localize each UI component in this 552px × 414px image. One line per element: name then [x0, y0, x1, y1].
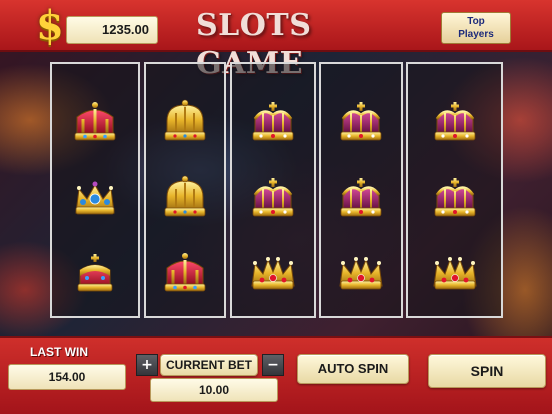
reel-1 [50, 62, 140, 318]
crown-purple-icon [249, 99, 297, 145]
crown-gold-spiked-icon [431, 250, 479, 296]
reel-3 [230, 62, 316, 318]
crown-gold-dome-icon [161, 175, 209, 221]
auto-spin-button[interactable]: AUTO SPIN [297, 354, 409, 384]
last-win-label: LAST WIN [30, 345, 88, 359]
reel-4 [319, 62, 403, 318]
top-bar: $ 1235.00 SLOTS GAME Top Players [0, 0, 552, 81]
crown-purple-icon [337, 99, 385, 145]
decrease-bet-button[interactable]: − [262, 354, 284, 376]
last-win-value: 154.00 [8, 364, 126, 390]
bottom-bar: LAST WIN 154.00 + CURRENT BET − 10.00 AU… [0, 336, 552, 414]
crown-purple-icon [431, 175, 479, 221]
crown-gold-dome-icon [161, 99, 209, 145]
reel-2 [144, 62, 226, 318]
crown-gold-spiked-icon [337, 250, 385, 296]
crown-red-icon [161, 250, 209, 296]
increase-bet-button[interactable]: + [136, 354, 158, 376]
dollar-icon: $ [36, 2, 64, 49]
top-players-label-line2: Players [458, 29, 494, 40]
crown-red-icon [71, 99, 119, 145]
crown-purple-icon [249, 175, 297, 221]
spin-button[interactable]: SPIN [428, 354, 546, 388]
current-bet-value: 10.00 [150, 378, 278, 402]
crown-blue-icon [71, 175, 119, 221]
current-bet-label: CURRENT BET [160, 354, 258, 376]
crown-gold-spiked-icon [249, 250, 297, 296]
crown-purple-icon [431, 99, 479, 145]
crown-red-small-icon [71, 250, 119, 296]
balance-display: 1235.00 [66, 16, 158, 44]
top-players-label-line1: Top [467, 16, 485, 27]
top-players-button[interactable]: Top Players [441, 12, 511, 44]
reels-area [50, 62, 503, 318]
crown-purple-icon [337, 175, 385, 221]
reel-5 [406, 62, 503, 318]
